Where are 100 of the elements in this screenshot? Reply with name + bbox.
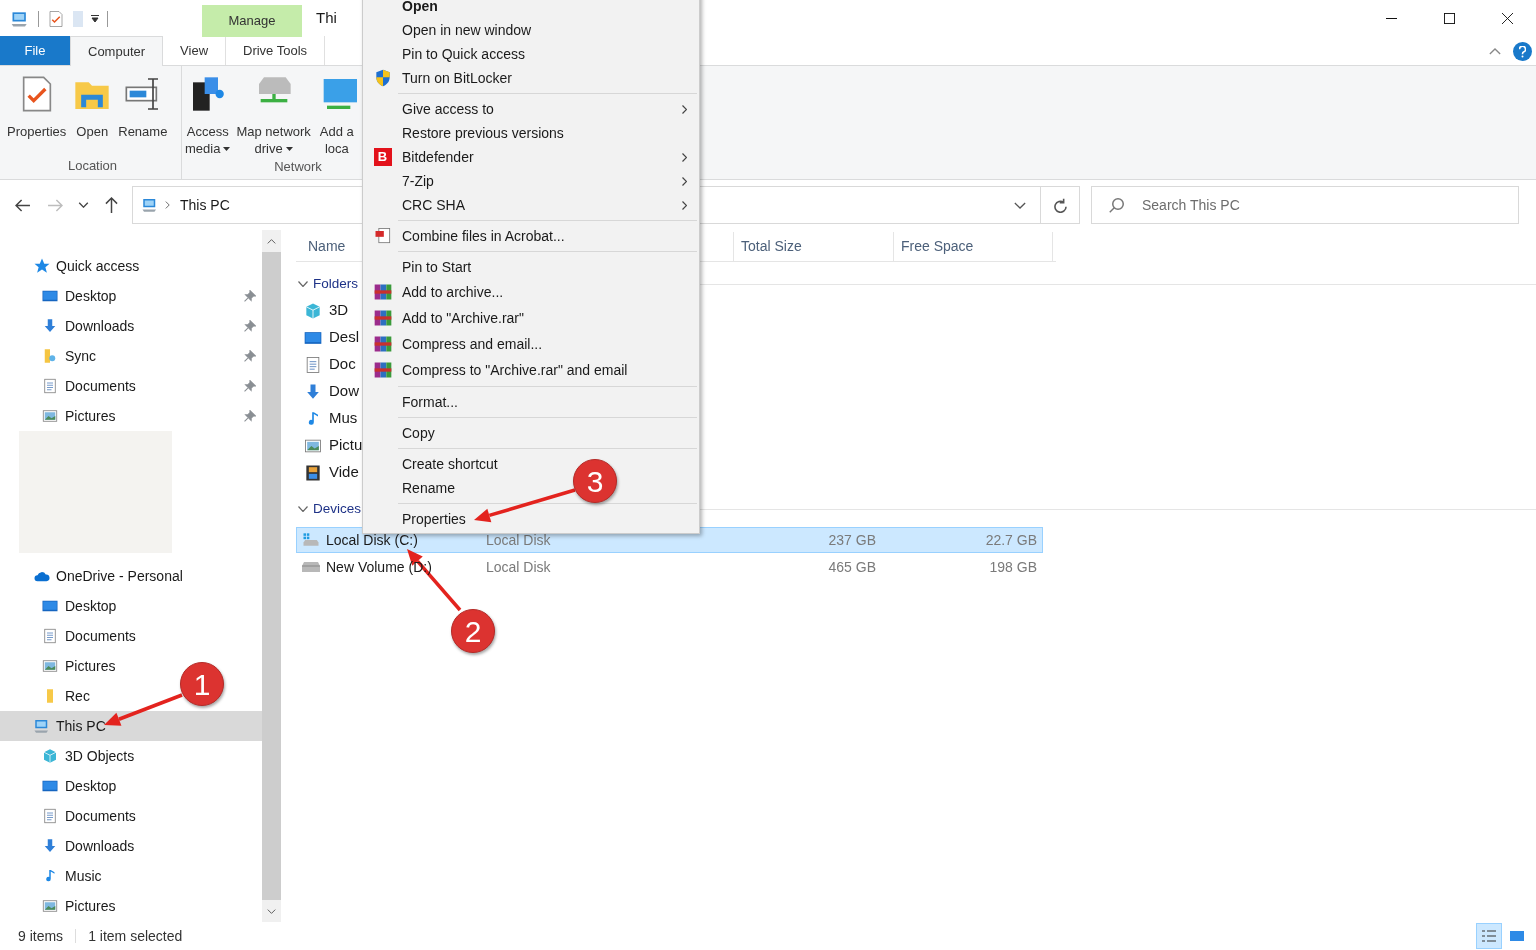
minimize-icon xyxy=(1385,18,1397,19)
ribbon-tab[interactable]: Drive Tools xyxy=(225,36,326,65)
sidebar-item[interactable]: 3D Objects xyxy=(0,741,141,771)
refresh-icon xyxy=(1052,197,1068,213)
menu-item[interactable]: Bitdefender xyxy=(402,146,474,168)
sidebar-item[interactable]: Desktop xyxy=(0,771,123,801)
window-title: Thi xyxy=(316,8,337,29)
sidebar-item[interactable]: Music xyxy=(0,861,108,891)
group-header: Folders xyxy=(313,274,358,293)
up-arrow-icon xyxy=(104,197,118,213)
chevron-right-icon xyxy=(165,201,170,209)
status-text: 1 item selected xyxy=(88,926,183,946)
menu-item[interactable]: CRC SHA xyxy=(402,194,465,216)
ribbon-button[interactable]: Open xyxy=(69,74,116,140)
logo-icon: B xyxy=(373,148,392,166)
context-tab-header: Manage xyxy=(202,5,302,37)
menu-item[interactable]: Format... xyxy=(402,391,458,413)
sidebar-item[interactable]: Pictures xyxy=(0,651,122,681)
sidebar-item[interactable]: Pictures xyxy=(0,401,262,431)
archive-books-icon xyxy=(372,334,393,354)
menu-item[interactable]: Give access to xyxy=(402,98,494,120)
document-icon xyxy=(41,627,59,645)
menu-item[interactable]: Rename xyxy=(402,477,455,499)
ribbon-tab[interactable]: File xyxy=(0,36,70,65)
view-button[interactable] xyxy=(1476,923,1502,949)
sidebar-item[interactable]: Downloads xyxy=(0,311,262,341)
folder-item[interactable]: Mus xyxy=(296,405,362,432)
step-number-badge: 1 xyxy=(180,662,224,706)
help-icon xyxy=(1519,45,1526,58)
step-number-badge: 2 xyxy=(451,609,495,653)
ribbon-tab[interactable]: Computer xyxy=(70,36,164,66)
sidebar-item[interactable]: Desktop xyxy=(0,591,123,621)
cube-icon xyxy=(41,747,59,765)
sidebar-item[interactable]: Rec xyxy=(0,681,96,711)
menu-item[interactable]: Pin to Quick access xyxy=(402,43,525,65)
folder-item[interactable]: Doc xyxy=(296,351,362,378)
menu-item[interactable]: Compress to "Archive.rar" and email xyxy=(402,359,628,381)
scroll-down-icon xyxy=(267,908,276,914)
menu-item[interactable]: 7-Zip xyxy=(402,170,434,192)
folder-item[interactable]: Pictu xyxy=(296,432,362,459)
collapse-ribbon-icon xyxy=(1489,48,1501,55)
drive-icon xyxy=(301,561,321,573)
column-header[interactable]: Free Space xyxy=(893,231,1053,262)
menu-item[interactable]: Turn on BitLocker xyxy=(402,67,512,89)
menu-item[interactable]: Open xyxy=(402,0,438,17)
annotation-arrow xyxy=(407,549,462,612)
group-header: Devices xyxy=(313,499,361,518)
chevron-down-icon[interactable] xyxy=(298,281,308,287)
folder-item[interactable]: Desl xyxy=(296,324,362,351)
menu-item[interactable]: Add to archive... xyxy=(402,281,504,303)
ribbon-button[interactable]: Rename xyxy=(115,74,171,140)
folder-item[interactable]: Dow xyxy=(296,378,362,405)
column-header[interactable]: Total Size xyxy=(733,231,893,262)
back-arrow-icon xyxy=(15,198,31,212)
folder-item[interactable]: Vide xyxy=(296,459,362,486)
maximize-icon xyxy=(1443,13,1455,24)
document-icon xyxy=(41,807,59,825)
close-icon xyxy=(1501,13,1513,24)
sidebar-item[interactable]: Quick access xyxy=(0,251,146,281)
chevron-down-icon xyxy=(1014,201,1026,209)
sidebar-item[interactable]: Pictures xyxy=(0,891,122,921)
help-button[interactable] xyxy=(1513,42,1532,61)
menu-item[interactable]: Properties xyxy=(402,508,466,530)
folder-icon xyxy=(73,10,83,27)
sidebar-item[interactable]: OneDrive - Personal xyxy=(0,561,189,591)
breadcrumb-item[interactable]: This PC xyxy=(180,194,230,216)
menu-item[interactable]: Pin to Start xyxy=(402,256,472,278)
menu-item[interactable]: Open in new window xyxy=(402,19,532,41)
sidebar-item[interactable]: Desktop xyxy=(0,281,262,311)
scrollbar[interactable] xyxy=(262,230,281,922)
folder-item[interactable]: 3D xyxy=(296,297,362,324)
sidebar-item[interactable]: Sync xyxy=(0,341,262,371)
ribbon-button[interactable]: Access media xyxy=(182,74,234,157)
menu-item[interactable]: Copy xyxy=(402,422,435,444)
dropdown-caret-icon xyxy=(285,146,293,151)
ribbon-button[interactable]: Properties xyxy=(4,74,70,140)
status-text: 9 items xyxy=(18,926,64,946)
sidebar-item[interactable]: Documents xyxy=(0,801,142,831)
archive-books-icon xyxy=(372,282,393,302)
checklist-document-icon xyxy=(47,9,65,28)
menu-item[interactable]: Create shortcut xyxy=(402,453,498,475)
ribbon-button[interactable]: Map network drive xyxy=(233,74,314,157)
picture-icon xyxy=(41,407,59,425)
menu-item[interactable]: Combine files in Acrobat... xyxy=(402,225,565,247)
sidebar-item[interactable]: Downloads xyxy=(0,831,141,861)
sidebar-item[interactable]: This PC xyxy=(0,711,262,741)
search-icon xyxy=(1109,198,1124,213)
chevron-down-icon[interactable] xyxy=(298,506,308,512)
ribbon-group-label: Network xyxy=(274,158,322,176)
document-icon xyxy=(41,377,59,395)
sidebar-item[interactable]: Documents xyxy=(0,621,142,651)
menu-item[interactable]: Compress and email... xyxy=(402,333,543,355)
dropdown-icon[interactable] xyxy=(91,15,99,22)
menu-item[interactable]: Restore previous versions xyxy=(402,122,564,144)
ribbon-button[interactable]: Add a loca xyxy=(313,74,360,157)
menu-item[interactable]: Add to "Archive.rar" xyxy=(402,307,524,329)
sidebar-item[interactable]: Documents xyxy=(0,371,262,401)
search-field[interactable]: Search This PC xyxy=(1091,186,1519,224)
ribbon-group-label: Location xyxy=(67,156,118,175)
ribbon-tab[interactable]: View xyxy=(163,36,226,65)
